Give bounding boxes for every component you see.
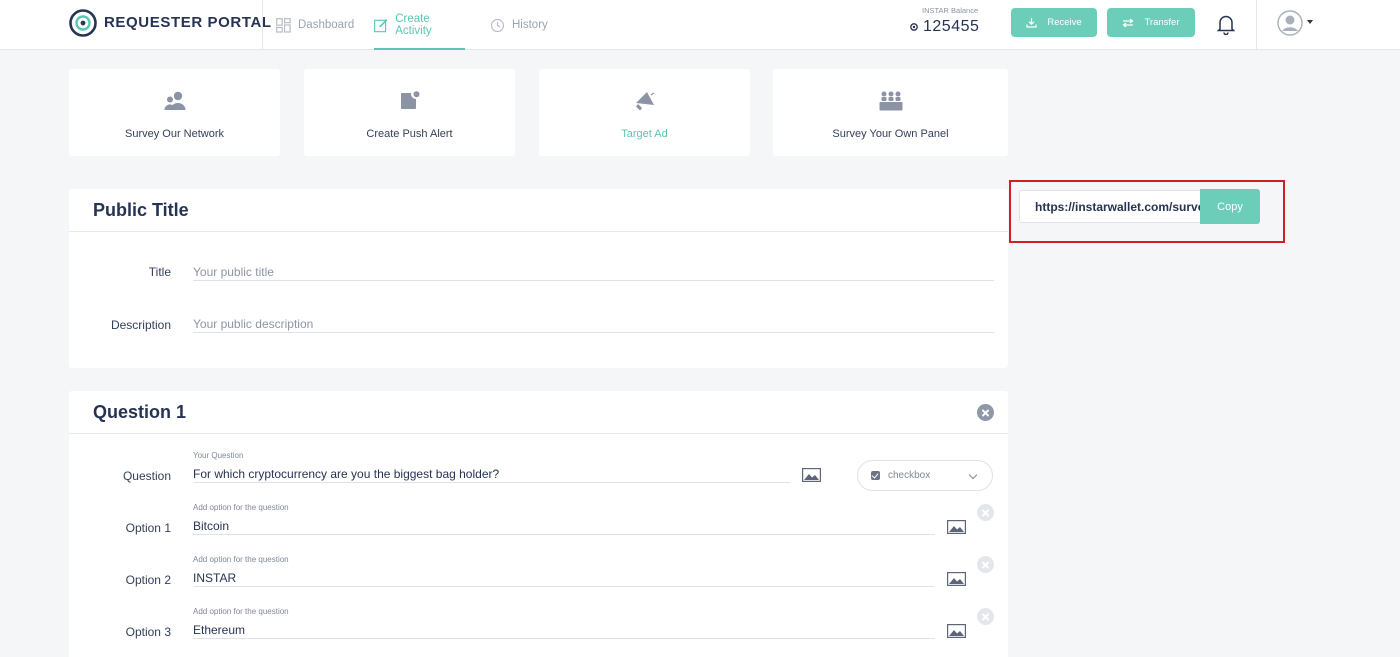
panel-divider bbox=[69, 433, 1008, 434]
nav-history-label: History bbox=[512, 19, 548, 31]
card-label: Survey Your Own Panel bbox=[832, 128, 949, 140]
image-icon[interactable] bbox=[947, 624, 966, 638]
option-label: Option 2 bbox=[125, 573, 171, 587]
header-divider bbox=[262, 0, 263, 50]
receive-button[interactable]: Receive bbox=[1011, 8, 1097, 37]
push-alert-icon bbox=[400, 91, 419, 109]
panel-heading: Public Title bbox=[93, 200, 189, 220]
option-input[interactable] bbox=[193, 622, 935, 639]
panel-divider bbox=[69, 231, 1008, 232]
question-panel: Question 1 Question Your Question checkb… bbox=[69, 391, 1008, 657]
question-hint: Your Question bbox=[193, 451, 244, 460]
balance-value: 125455 bbox=[910, 18, 979, 36]
remove-question-icon[interactable] bbox=[977, 404, 994, 421]
top-header: REQUESTER PORTAL Dashboard Create Activi… bbox=[0, 0, 1400, 50]
history-icon bbox=[490, 18, 505, 32]
question-input[interactable] bbox=[193, 466, 790, 483]
balance-label: INSTAR Balance bbox=[922, 6, 979, 15]
image-icon[interactable] bbox=[947, 520, 966, 534]
option-hint: Add option for the question bbox=[193, 503, 289, 512]
card-label: Survey Our Network bbox=[124, 128, 225, 140]
card-survey-our-network[interactable]: Survey Our Network bbox=[69, 69, 280, 156]
copy-button[interactable]: Copy bbox=[1200, 189, 1260, 224]
remove-option-icon[interactable] bbox=[977, 608, 994, 625]
public-title-panel: Public Title Title Description bbox=[69, 189, 1008, 368]
option-label: Option 1 bbox=[125, 521, 171, 535]
users-icon bbox=[163, 91, 185, 110]
receive-label: Receive bbox=[1047, 17, 1082, 28]
nav-dashboard-label: Dashboard bbox=[298, 19, 355, 31]
megaphone-icon bbox=[635, 92, 654, 111]
instar-coin-icon bbox=[910, 23, 918, 31]
question-label: Question bbox=[122, 469, 171, 483]
transfer-arrows-icon bbox=[1123, 18, 1134, 27]
question-type-select[interactable]: checkbox bbox=[857, 460, 993, 491]
dashboard-icon bbox=[276, 17, 291, 33]
image-icon[interactable] bbox=[802, 468, 821, 482]
option-label: Option 3 bbox=[125, 625, 171, 639]
transfer-label: Transfer bbox=[1144, 17, 1180, 28]
nav-dashboard[interactable]: Dashboard bbox=[276, 0, 354, 50]
title-label: Title bbox=[148, 265, 171, 279]
header-divider bbox=[1256, 0, 1257, 50]
question-heading: Question 1 bbox=[93, 402, 187, 422]
brand-name[interactable]: REQUESTER PORTAL bbox=[104, 14, 272, 31]
card-label: Create Push Alert bbox=[366, 128, 453, 140]
nav-create-activity[interactable]: Create Activity bbox=[374, 0, 465, 50]
chevron-down-icon bbox=[968, 470, 978, 480]
card-create-push-alert[interactable]: Create Push Alert bbox=[304, 69, 515, 156]
remove-option-icon[interactable] bbox=[977, 556, 994, 573]
option-hint: Add option for the question bbox=[193, 555, 289, 564]
panel-group-icon bbox=[879, 91, 902, 111]
bell-icon[interactable] bbox=[1216, 13, 1236, 35]
title-input[interactable] bbox=[193, 263, 994, 281]
chevron-down-icon[interactable] bbox=[1307, 20, 1313, 24]
transfer-button[interactable]: Transfer bbox=[1107, 8, 1195, 37]
card-label: Target Ad bbox=[621, 128, 668, 140]
balance-amount: 125455 bbox=[923, 18, 980, 35]
nav-history[interactable]: History bbox=[490, 0, 548, 50]
question-type-value: checkbox bbox=[888, 470, 931, 481]
card-target-ad[interactable]: Target Ad bbox=[539, 69, 750, 156]
edit-icon bbox=[374, 18, 388, 32]
remove-option-icon[interactable] bbox=[977, 504, 994, 521]
option-input[interactable] bbox=[193, 570, 935, 587]
share-url-input[interactable] bbox=[1019, 190, 1200, 223]
nav-create-activity-label: Create Activity bbox=[395, 13, 432, 37]
download-icon bbox=[1026, 18, 1037, 28]
logo-icon[interactable] bbox=[69, 9, 97, 37]
option-input[interactable] bbox=[193, 518, 935, 535]
checkbox-icon bbox=[871, 471, 880, 480]
description-input[interactable] bbox=[193, 315, 994, 333]
description-label: Description bbox=[110, 318, 171, 332]
option-hint: Add option for the question bbox=[193, 607, 289, 616]
card-survey-your-own-panel[interactable]: Survey Your Own Panel bbox=[773, 69, 1008, 156]
image-icon[interactable] bbox=[947, 572, 966, 586]
avatar-icon[interactable] bbox=[1277, 10, 1303, 36]
